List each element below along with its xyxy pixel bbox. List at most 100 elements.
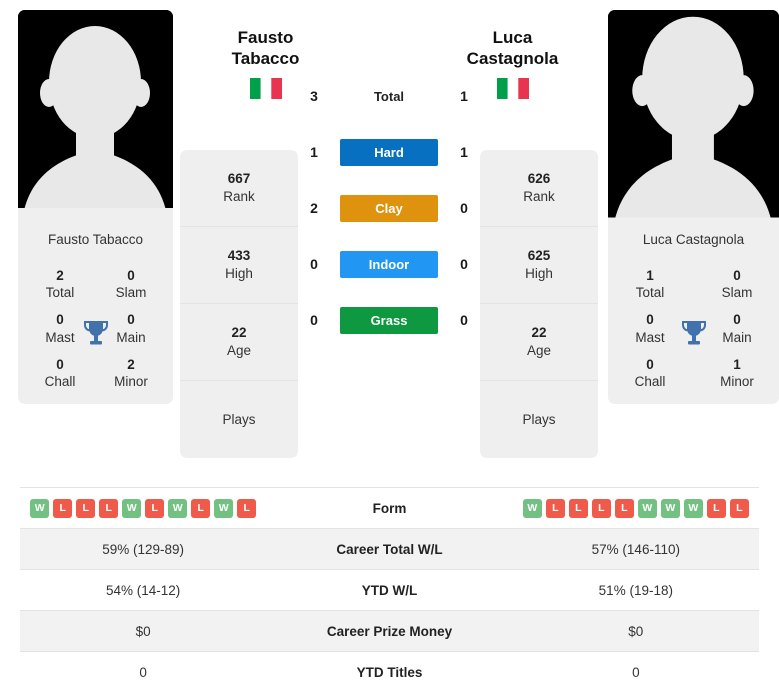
info-value: 667: [227, 171, 251, 187]
stat-value: 0: [646, 356, 654, 372]
h2h-row-grass: 0 Grass 0: [303, 292, 475, 348]
form-badge-loss[interactable]: L: [99, 498, 119, 518]
stat-row-label: YTD Titles: [356, 664, 423, 680]
info-high-right: 625 High: [480, 227, 598, 304]
surface-label-grass: Grass: [340, 306, 438, 334]
h2h-score-right: 0: [460, 200, 468, 216]
form-badge-loss[interactable]: L: [191, 498, 211, 518]
stat-value-right: 51% (19-18): [598, 582, 673, 598]
stat-value: 1: [733, 356, 741, 372]
table-row: 54% (14-12) YTD W/L 51% (19-18): [20, 569, 759, 610]
info-plays-right: Plays: [480, 381, 598, 458]
stat-value: 0: [127, 267, 135, 283]
player-name-right: Luca Castagnola: [642, 232, 745, 247]
info-value: 625: [527, 248, 551, 264]
stats-table: W L L L W L W L W L Form W L L L L W W W L L 59% (129-89) Care…: [20, 487, 759, 692]
player-card-left[interactable]: Fausto Tabacco 2 Total 0 Slam 0 Mast 0 M…: [18, 10, 173, 405]
stat-chall: 0 Chall: [626, 356, 674, 391]
stat-chall: 0 Chall: [36, 356, 84, 391]
stat-value: 0: [56, 356, 64, 372]
stat-label: Total: [635, 285, 665, 301]
form-badge-loss[interactable]: L: [76, 498, 96, 518]
stat-label: Chall: [44, 374, 76, 390]
stat-mast: 0 Mast: [36, 311, 84, 346]
table-row: 59% (129-89) Career Total W/L 57% (146-110…: [20, 528, 759, 569]
surface-label-total: Total: [373, 88, 405, 104]
form-badge-loss[interactable]: L: [53, 498, 73, 518]
form-badge-loss[interactable]: L: [729, 498, 749, 518]
stat-label: Total: [45, 285, 75, 301]
info-value: 22: [531, 325, 547, 341]
stat-row-label: YTD W/L: [361, 582, 418, 598]
player-last-name-right: Castagnola: [466, 48, 559, 68]
info-label: Plays: [522, 411, 556, 427]
info-value: 626: [527, 171, 551, 187]
stat-slam: 0 Slam: [713, 267, 761, 302]
form-badge-loss[interactable]: L: [568, 498, 588, 518]
stat-label: Slam: [721, 285, 753, 301]
player-card-right[interactable]: Luca Castagnola 1 Total 0 Slam 0 Mast 0 …: [608, 10, 779, 405]
comparison-header: Fausto Tabacco 2 Total 0 Slam 0 Mast 0 M…: [0, 0, 779, 480]
form-badge-loss[interactable]: L: [706, 498, 726, 518]
form-badge-win[interactable]: W: [522, 498, 542, 518]
form-badge-loss[interactable]: L: [545, 498, 565, 518]
stat-main: 0 Main: [107, 311, 155, 346]
player-photo-right: [608, 10, 779, 222]
info-label: Age: [226, 343, 252, 358]
stat-value: 0: [56, 312, 64, 328]
form-badge-win[interactable]: W: [214, 498, 234, 518]
h2h-row-indoor: 0 Indoor 0: [303, 236, 475, 292]
stat-label: Mast: [635, 329, 665, 345]
table-row: $0 Career Prize Money $0: [20, 610, 759, 651]
stat-value: 2: [127, 356, 135, 372]
h2h-score-right: 0: [460, 256, 468, 272]
form-strip-right: WLLLLWWWLL: [513, 498, 759, 518]
stat-label: Minor: [720, 374, 754, 390]
h2h-row-clay: 2 Clay 0: [303, 180, 475, 236]
player-first-name-left: Fausto: [237, 28, 294, 47]
player-comparison-page: Fausto Tabacco 2 Total 0 Slam 0 Mast 0 M…: [0, 0, 779, 699]
stat-label: Main: [116, 329, 146, 345]
form-badge-loss[interactable]: L: [145, 498, 165, 518]
stat-label: Minor: [114, 374, 148, 390]
form-badge-win[interactable]: W: [660, 498, 680, 518]
stat-label: Mast: [45, 329, 75, 345]
form-badge-loss[interactable]: L: [237, 498, 257, 518]
h2h-score-right: 1: [460, 144, 468, 160]
titles-row: 0 Chall 1 Minor: [610, 356, 777, 391]
titles-row: 2 Total 0 Slam: [20, 267, 171, 302]
form-badge-loss[interactable]: L: [591, 498, 611, 518]
info-label: Age: [526, 343, 552, 358]
trophy-icon: [83, 319, 109, 347]
form-badge-win[interactable]: W: [168, 498, 188, 518]
info-value: 433: [227, 248, 251, 264]
table-row: 0 YTD Titles 0: [20, 651, 759, 692]
stat-value-right: 57% (146-110): [591, 541, 680, 557]
trophy-icon: [681, 319, 707, 347]
info-label: High: [225, 266, 253, 281]
stat-minor: 1 Minor: [713, 356, 761, 391]
player-name-left: Fausto Tabacco: [47, 232, 144, 247]
titles-grid-right: 1 Total 0 Slam 0 Mast 0 Main 0 Chall 1 M…: [608, 267, 779, 405]
form-badge-win[interactable]: W: [122, 498, 142, 518]
info-label: High: [525, 266, 553, 281]
stat-value: 2: [56, 267, 64, 283]
info-label: Plays: [222, 411, 256, 427]
stat-total: 2 Total: [36, 267, 84, 302]
flag-italy-right: [496, 78, 529, 100]
h2h-row-total: 3 Total 1: [303, 68, 475, 124]
form-badge-win[interactable]: W: [30, 498, 50, 518]
h2h-score-left: 2: [310, 200, 318, 216]
form-badge-win[interactable]: W: [683, 498, 703, 518]
stat-value-right: $0: [628, 623, 644, 639]
form-badge-loss[interactable]: L: [614, 498, 634, 518]
info-card-left: 667 Rank 433 High 22 Age Plays: [180, 150, 298, 458]
stat-label: Slam: [115, 285, 147, 301]
stat-label: Chall: [634, 374, 666, 390]
player-photo-left: [18, 10, 173, 222]
form-badge-win[interactable]: W: [637, 498, 657, 518]
h2h-score-left: 0: [310, 312, 318, 328]
info-plays-left: Plays: [180, 381, 298, 458]
info-value: 22: [231, 325, 247, 341]
stat-value-right: 0: [632, 664, 640, 680]
